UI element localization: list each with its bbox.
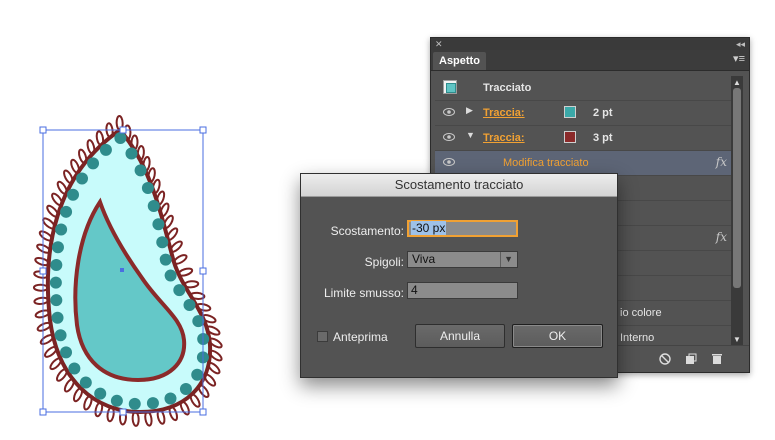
- scallop: [76, 172, 89, 185]
- stroke-row-2[interactable]: ▼ Traccia: 3 pt: [435, 126, 733, 151]
- scallop: [147, 200, 160, 213]
- scallop: [50, 259, 63, 272]
- scallop: [141, 181, 154, 194]
- offset-label: Scostamento:: [330, 224, 404, 238]
- scallop: [60, 205, 73, 218]
- scallop: [156, 236, 169, 249]
- effect-label-link[interactable]: Modifica tracciato: [503, 157, 589, 169]
- ok-button[interactable]: OK: [512, 324, 603, 348]
- preview-checkbox[interactable]: [317, 331, 328, 342]
- scallop: [79, 376, 92, 389]
- miter-limit-input[interactable]: 4: [407, 282, 518, 299]
- stroke-weight[interactable]: 2 pt: [593, 107, 613, 119]
- panel-title-strip: ✕ ◂◂: [431, 38, 749, 50]
- scallop: [164, 269, 177, 282]
- scallop: [55, 223, 68, 236]
- scallop: [87, 157, 100, 170]
- select-divider: [500, 252, 501, 267]
- row-text: Interno: [620, 332, 655, 344]
- scallop: [134, 164, 147, 177]
- scallop: [191, 368, 204, 381]
- scallop: [183, 298, 196, 311]
- stroke-color-swatch[interactable]: [564, 106, 576, 118]
- offset-path-dialog: Scostamento tracciato Scostamento: -30 p…: [300, 173, 618, 378]
- path-thumbnail-icon: [443, 80, 457, 94]
- handle-middle-right[interactable]: [199, 267, 207, 275]
- scallop: [60, 346, 73, 359]
- delete-item-icon[interactable]: [711, 353, 723, 365]
- appearance-header-row[interactable]: Tracciato: [435, 76, 733, 101]
- preview-label[interactable]: Anteprima: [333, 330, 388, 344]
- handle-top-center[interactable]: [119, 126, 127, 134]
- scallop: [164, 392, 177, 405]
- scallop: [114, 131, 127, 144]
- fx-icon[interactable]: fx: [716, 230, 727, 244]
- center-point: [120, 268, 124, 272]
- scallop: [51, 241, 64, 254]
- handle-bottom-right[interactable]: [199, 408, 207, 416]
- scroll-up-icon[interactable]: ▲: [733, 78, 741, 87]
- panel-scrollbar[interactable]: ▲ ▼: [731, 76, 743, 346]
- tab-aspetto[interactable]: Aspetto: [433, 52, 486, 70]
- handle-bottom-center[interactable]: [119, 408, 127, 416]
- miter-limit-label: Limite smusso:: [323, 286, 404, 300]
- scallop: [68, 362, 81, 375]
- scallop: [110, 394, 123, 407]
- collapse-icon[interactable]: ◂◂: [736, 38, 745, 50]
- clear-appearance-icon[interactable]: [659, 353, 671, 365]
- scallop: [50, 294, 63, 307]
- stroke-row-1[interactable]: ▶ Traccia: 2 pt: [435, 101, 733, 126]
- scallop: [159, 253, 172, 266]
- panel-tab-bar: Aspetto ▾≡: [431, 50, 749, 71]
- offset-value[interactable]: -30 px: [411, 221, 447, 235]
- row-text: io colore: [620, 307, 662, 319]
- panel-menu-icon[interactable]: ▾≡: [733, 53, 745, 65]
- expand-arrow-icon[interactable]: ▶: [466, 105, 473, 116]
- eye-icon[interactable]: [443, 157, 455, 167]
- scroll-thumb[interactable]: [733, 88, 741, 288]
- joins-select[interactable]: Viva ▼: [407, 251, 518, 268]
- scallop: [67, 188, 80, 201]
- offset-input[interactable]: -30 px: [407, 220, 518, 237]
- stroke-weight[interactable]: 3 pt: [593, 132, 613, 144]
- fx-icon[interactable]: fx: [716, 155, 727, 169]
- dialog-title[interactable]: Scostamento tracciato: [301, 174, 617, 197]
- scallop: [128, 397, 141, 410]
- scallop: [146, 397, 159, 410]
- scroll-down-icon[interactable]: ▼: [733, 335, 741, 344]
- object-type-label: Tracciato: [483, 82, 532, 94]
- scallop: [152, 218, 165, 231]
- scallop: [54, 329, 67, 342]
- chevron-down-icon[interactable]: ▼: [504, 252, 513, 267]
- scallop: [49, 276, 62, 289]
- scallop: [173, 284, 186, 297]
- stroke-color-swatch[interactable]: [564, 131, 576, 143]
- duplicate-item-icon[interactable]: [685, 353, 697, 365]
- scallop: [99, 143, 112, 156]
- handle-middle-left[interactable]: [39, 267, 47, 275]
- paisley-artwork[interactable]: [0, 0, 300, 440]
- handle-bottom-left[interactable]: [39, 408, 47, 416]
- handle-top-right[interactable]: [199, 126, 207, 134]
- joins-value: Viva: [412, 252, 436, 266]
- miter-limit-value: 4: [411, 283, 418, 297]
- close-icon[interactable]: ✕: [435, 38, 443, 50]
- eye-icon[interactable]: [443, 132, 455, 142]
- joins-label: Spigoli:: [364, 255, 404, 269]
- cancel-button[interactable]: Annulla: [415, 324, 505, 348]
- scallop: [179, 382, 192, 395]
- stroke-label-link[interactable]: Traccia:: [483, 132, 525, 144]
- stroke-label-link[interactable]: Traccia:: [483, 107, 525, 119]
- scallop: [51, 311, 64, 324]
- scallop: [125, 147, 138, 160]
- collapse-arrow-icon[interactable]: ▼: [466, 130, 475, 140]
- eye-icon[interactable]: [443, 107, 455, 117]
- handle-top-left[interactable]: [39, 126, 47, 134]
- scallop: [94, 387, 107, 400]
